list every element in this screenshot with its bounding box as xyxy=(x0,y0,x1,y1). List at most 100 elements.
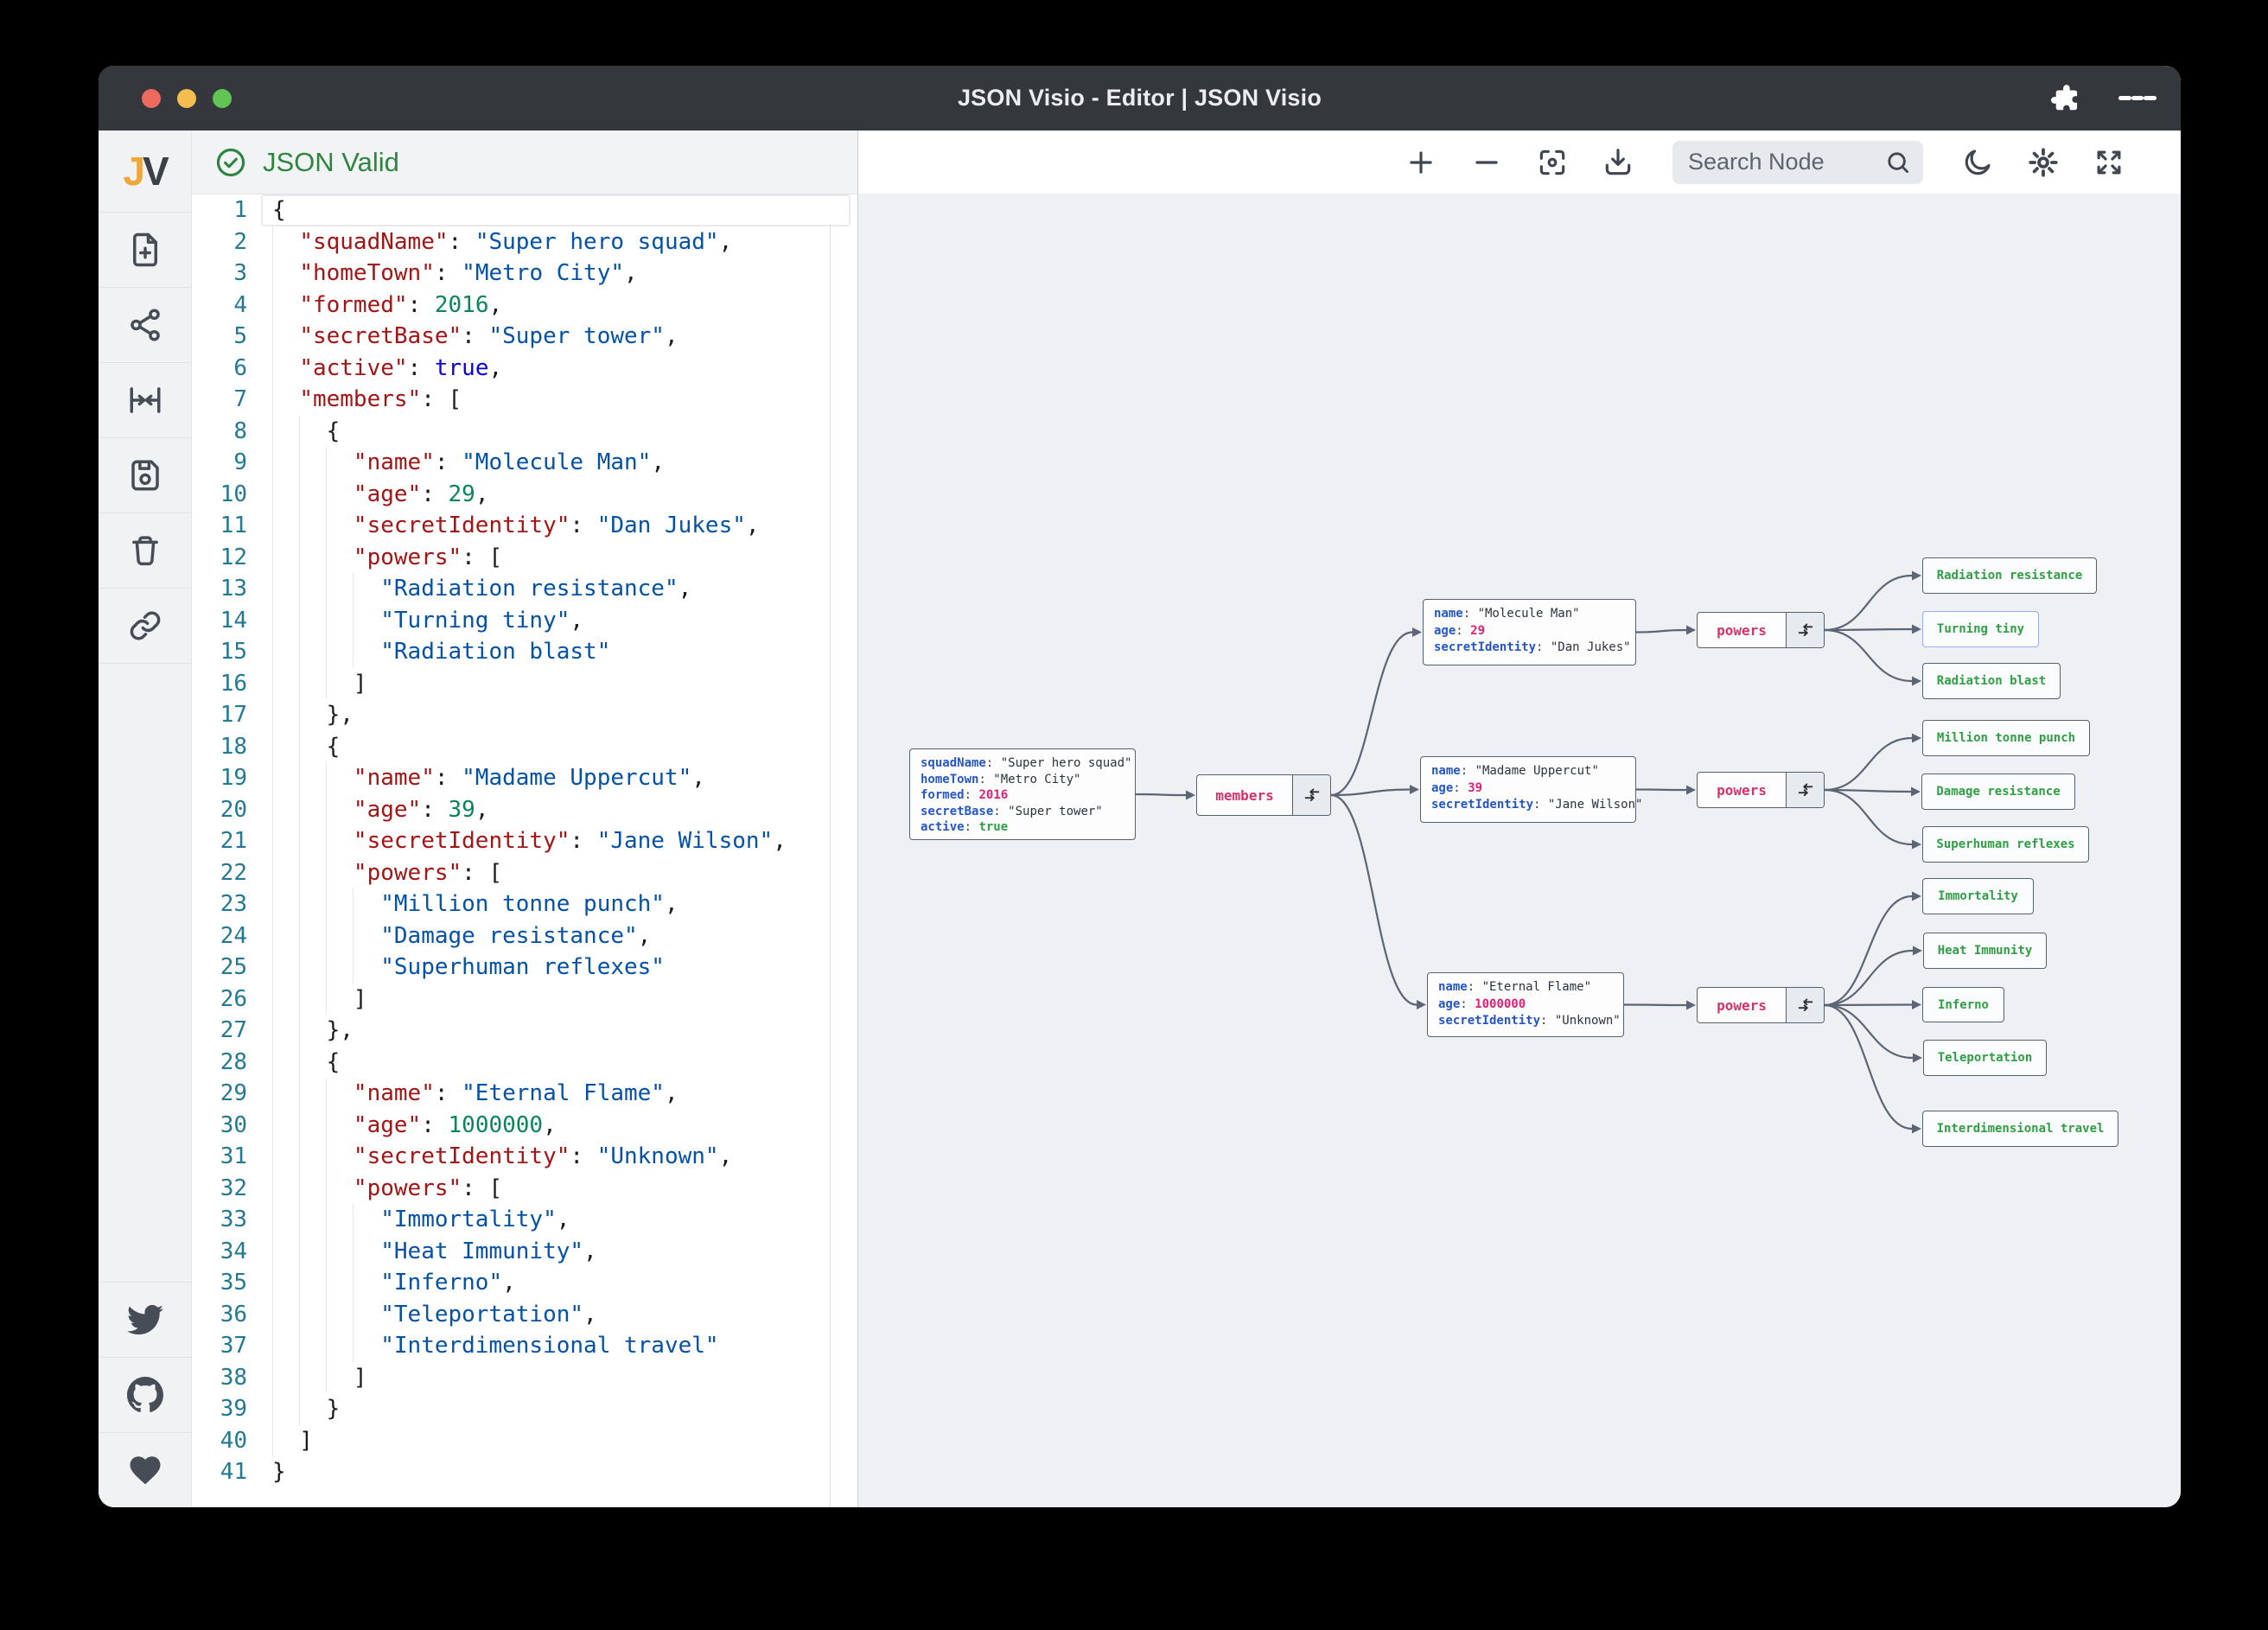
collapse-node-icon[interactable] xyxy=(1786,613,1824,647)
code-line[interactable]: 12 "powers": [ xyxy=(192,542,857,574)
graph-node-p1[interactable]: powers xyxy=(1697,612,1825,648)
code-line[interactable]: 9 "name": "Molecule Man", xyxy=(192,447,857,479)
save-button[interactable] xyxy=(99,437,191,513)
titlebar: JSON Visio - Editor | JSON Visio xyxy=(99,66,2181,131)
graph-node-l_rr[interactable]: Radiation resistance xyxy=(1922,557,2097,594)
graph-node-l_dr[interactable]: Damage resistance xyxy=(1921,774,2075,810)
code-line[interactable]: 31 "secretIdentity": "Unknown", xyxy=(192,1141,857,1173)
minimize-window-button[interactable] xyxy=(177,88,196,108)
code-line[interactable]: 35 "Inferno", xyxy=(192,1267,857,1299)
graph-node-l_tp[interactable]: Teleportation xyxy=(1923,1040,2047,1076)
close-window-button[interactable] xyxy=(142,88,161,108)
graph-node-m3[interactable]: name: "Eternal Flame" age: 1000000 secretI… xyxy=(1427,972,1624,1037)
line-number: 12 xyxy=(220,544,247,570)
code-line[interactable]: 25 "Superhuman reflexes" xyxy=(192,952,857,984)
code-line[interactable]: 14 "Turning tiny", xyxy=(192,605,857,637)
collapse-node-icon[interactable] xyxy=(1786,988,1824,1022)
extensions-puzzle-icon[interactable] xyxy=(2046,80,2084,118)
code-line[interactable]: 13 "Radiation resistance", xyxy=(192,573,857,605)
code-line[interactable]: 26 ] xyxy=(192,984,857,1016)
code-line[interactable]: 4 "formed": 2016, xyxy=(192,290,857,322)
graph-node-root[interactable]: squadName: "Super hero squad" homeTown: "… xyxy=(909,748,1136,840)
code-line[interactable]: 41} xyxy=(192,1456,857,1488)
graph-node-m1[interactable]: name: "Molecule Man" age: 29 secretIdentit… xyxy=(1423,599,1636,665)
graph-node-p2[interactable]: powers xyxy=(1697,772,1825,808)
code-line[interactable]: 19 "name": "Madame Uppercut", xyxy=(192,762,857,794)
center-view-button[interactable] xyxy=(99,362,191,437)
code-line[interactable]: 10 "age": 29, xyxy=(192,479,857,511)
sponsor-heart-button[interactable] xyxy=(99,1432,191,1507)
code-line[interactable]: 27 }, xyxy=(192,1015,857,1047)
code-line[interactable]: 29 "name": "Eternal Flame", xyxy=(192,1078,857,1110)
collapse-node-icon[interactable] xyxy=(1786,773,1824,807)
code-line[interactable]: 3 "homeTown": "Metro City", xyxy=(192,258,857,290)
code-editor[interactable]: 1{2 "squadName": "Super hero squad", 3 "h… xyxy=(192,194,857,1507)
graph-node-m2[interactable]: name: "Madame Uppercut" age: 39 secretIden… xyxy=(1420,756,1642,823)
code-line[interactable]: 40 ] xyxy=(192,1425,857,1457)
code-line[interactable]: 30 "age": 1000000, xyxy=(192,1110,857,1142)
code-line[interactable]: 1{ xyxy=(192,194,857,226)
code-line[interactable]: 33 "Immortality", xyxy=(192,1204,857,1236)
graph-node-members[interactable]: members xyxy=(1196,774,1331,816)
graph-node-l_im[interactable]: Immortality xyxy=(1922,878,2034,914)
line-number: 32 xyxy=(220,1175,247,1201)
new-document-button[interactable] xyxy=(99,212,191,287)
code-line[interactable]: 32 "powers": [ xyxy=(192,1173,857,1205)
twitter-button[interactable] xyxy=(99,1282,191,1357)
graph-panel[interactable]: squadName: "Super hero squad"homeTown: "… xyxy=(857,131,2181,1507)
zoom-window-button[interactable] xyxy=(213,88,232,108)
download-image-button[interactable] xyxy=(1598,143,1638,182)
zoom-in-button[interactable] xyxy=(1401,143,1441,182)
graph-node-l_hi[interactable]: Heat Immunity xyxy=(1923,933,2047,969)
line-number: 16 xyxy=(220,670,247,697)
code-line[interactable]: 20 "age": 39, xyxy=(192,794,857,826)
search-icon[interactable] xyxy=(1883,148,1913,181)
code-line[interactable]: 2 "squadName": "Super hero squad", xyxy=(192,226,857,258)
code-line[interactable]: 28 { xyxy=(192,1047,857,1079)
code-line[interactable]: 22 "powers": [ xyxy=(192,857,857,889)
code-line[interactable]: 11 "secretIdentity": "Dan Jukes", xyxy=(192,510,857,542)
line-number: 21 xyxy=(220,828,247,854)
code-line[interactable]: 15 "Radiation blast" xyxy=(192,636,857,668)
center-focus-button[interactable] xyxy=(1532,143,1572,182)
line-number: 26 xyxy=(220,985,247,1012)
menu-icon[interactable] xyxy=(2118,80,2157,118)
line-number: 19 xyxy=(220,765,247,791)
code-line[interactable]: 23 "Million tonne punch", xyxy=(192,888,857,920)
zoom-out-button[interactable] xyxy=(1467,143,1507,182)
line-number: 5 xyxy=(233,323,247,349)
graph-node-p3[interactable]: powers xyxy=(1697,987,1825,1023)
code-line[interactable]: 24 "Damage resistance", xyxy=(192,920,857,952)
code-line[interactable]: 7 "members": [ xyxy=(192,384,857,416)
code-line[interactable]: 16 ] xyxy=(192,668,857,700)
graph-node-l_tt[interactable]: Turning tiny xyxy=(1922,611,2039,647)
editor-scrollbar[interactable] xyxy=(830,224,831,1507)
graph-node-l_sr[interactable]: Superhuman reflexes xyxy=(1922,826,2089,863)
graph-canvas[interactable]: squadName: "Super hero squad" homeTown: "… xyxy=(858,131,2181,1507)
delete-button[interactable] xyxy=(99,513,191,588)
share-graph-button[interactable] xyxy=(99,287,191,362)
collapse-node-icon[interactable] xyxy=(1292,775,1330,815)
app-logo[interactable]: JV xyxy=(99,131,191,212)
code-line[interactable]: 36 "Teleportation", xyxy=(192,1299,857,1331)
code-line[interactable]: 18 { xyxy=(192,731,857,763)
fullscreen-expand-icon[interactable] xyxy=(2089,143,2129,182)
graph-node-l_inf[interactable]: Inferno xyxy=(1922,987,2004,1022)
code-line[interactable]: 21 "secretIdentity": "Jane Wilson", xyxy=(192,825,857,857)
dark-mode-moon-icon[interactable] xyxy=(1958,143,1997,182)
share-link-button[interactable] xyxy=(99,588,191,663)
graph-node-l_rb[interactable]: Radiation blast xyxy=(1922,663,2061,699)
code-line[interactable]: 34 "Heat Immunity", xyxy=(192,1236,857,1268)
settings-gear-icon[interactable] xyxy=(2023,143,2063,182)
code-line[interactable]: 17 }, xyxy=(192,699,857,731)
graph-node-l_it[interactable]: Interdimensional travel xyxy=(1922,1111,2118,1147)
code-line[interactable]: 38 ] xyxy=(192,1362,857,1394)
graph-node-l_mtp[interactable]: Million tonne punch xyxy=(1922,720,2090,756)
code-line[interactable]: 8 { xyxy=(192,416,857,448)
code-line[interactable]: 37 "Interdimensional travel" xyxy=(192,1330,857,1362)
code-line[interactable]: 39 } xyxy=(192,1393,857,1425)
line-number: 27 xyxy=(220,1017,247,1043)
code-line[interactable]: 6 "active": true, xyxy=(192,353,857,385)
github-button[interactable] xyxy=(99,1357,191,1432)
code-line[interactable]: 5 "secretBase": "Super tower", xyxy=(192,321,857,353)
